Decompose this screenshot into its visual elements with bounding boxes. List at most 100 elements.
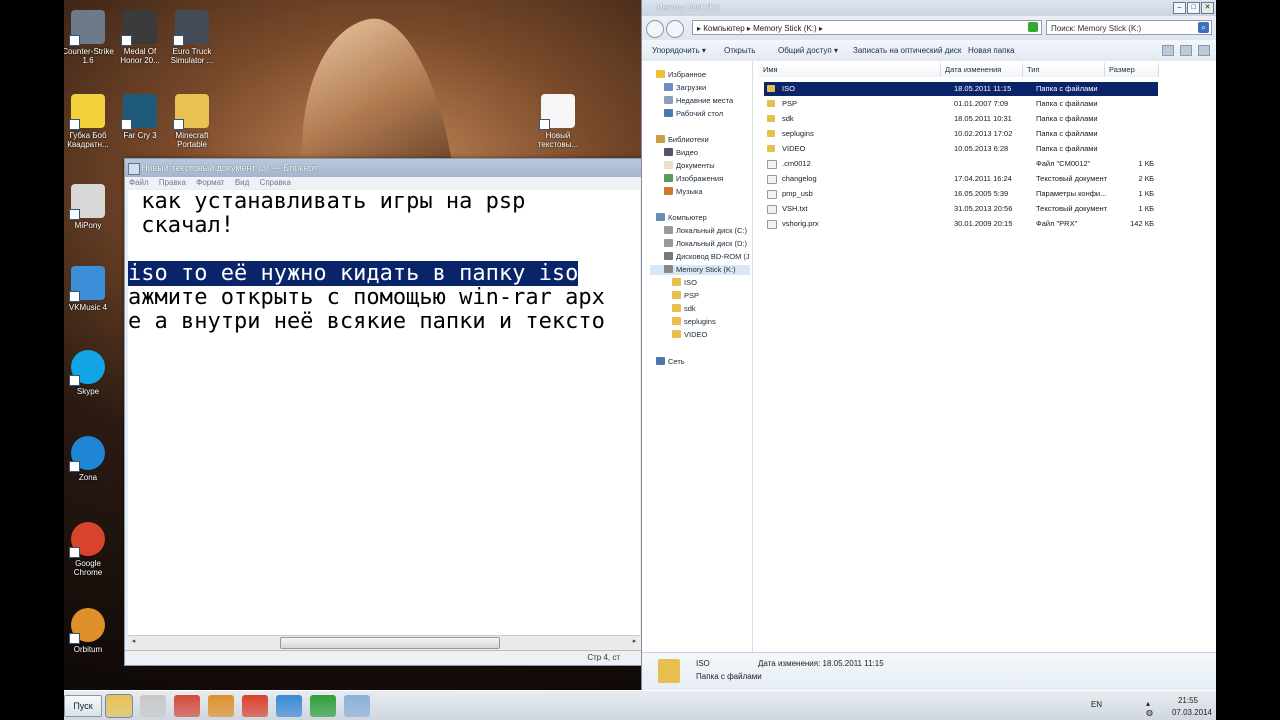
minimize-button[interactable]: –	[1173, 2, 1186, 14]
nav-downloads[interactable]: Загрузки	[664, 83, 706, 93]
desktop-icon-new-text[interactable]: Новый текстовы...	[530, 94, 586, 149]
nav-recent[interactable]: Недавние места	[664, 96, 733, 106]
nav-network[interactable]: Сеть	[656, 357, 685, 367]
app-taskbar-icon[interactable]	[276, 695, 302, 717]
explorer-taskbar-icon[interactable]	[105, 694, 133, 718]
nav-documents[interactable]: Документы	[664, 161, 715, 171]
desktop-icon-zona[interactable]: Zona	[64, 436, 116, 482]
file-row[interactable]: seplugins 10.02.2013 17:02 Папка с файлами	[764, 127, 1158, 141]
nav-video[interactable]: Видео	[664, 148, 698, 158]
file-icon	[767, 160, 777, 169]
scroll-right-arrow-icon[interactable]: ▸	[629, 637, 640, 647]
start-button[interactable]: Пуск	[64, 695, 102, 717]
file-row[interactable]: vshorig.prx 30.01.2009 20:15 Файл "PRX" 142…	[764, 217, 1158, 231]
nav-iso[interactable]: ISO	[672, 278, 697, 288]
file-size: 2 КБ	[1138, 174, 1154, 183]
explorer-title-bar[interactable]: Memory Stick (K:) – □ ✕	[642, 0, 1216, 16]
nav-pictures[interactable]: Изображения	[664, 174, 723, 184]
file-type: Файл "CM0012"	[1036, 159, 1091, 168]
column-header-name[interactable]: Имя	[759, 63, 941, 77]
desktop-icon-vkmusic[interactable]: VKMusic 4	[64, 266, 116, 312]
clock-date[interactable]: 07.03.2014	[1172, 708, 1212, 717]
back-button[interactable]	[646, 20, 664, 38]
menu-edit[interactable]: Правка	[159, 178, 186, 187]
media-player-icon[interactable]	[140, 695, 166, 717]
file-row[interactable]: pmp_usb 16.05.2005 5:39 Параметры конфи...…	[764, 187, 1158, 201]
nav-favorites[interactable]: Избранное	[656, 70, 706, 80]
menu-view[interactable]: Вид	[235, 178, 249, 187]
search-input[interactable]: Поиск: Memory Stick (K:) ⌕	[1046, 20, 1212, 35]
file-row[interactable]: ISO 18.05.2011 11:15 Папка с файлами	[764, 82, 1158, 96]
menu-format[interactable]: Формат	[196, 178, 224, 187]
desktop-icon-medal-of-honor[interactable]: Medal Of Honor 20...	[112, 10, 168, 65]
start-label: Пуск	[73, 701, 93, 711]
desktop-icon-skype[interactable]: Skype	[64, 350, 116, 396]
language-indicator[interactable]: EN	[1091, 700, 1102, 709]
open-button[interactable]: Открыть	[724, 40, 755, 61]
desktop-icon-orbitum[interactable]: Orbitum	[64, 608, 116, 654]
game-taskbar-icon[interactable]	[174, 695, 200, 717]
explorer-window[interactable]: Memory Stick (K:) – □ ✕ ▸ Компьютер ▸ Memo…	[641, 0, 1216, 691]
nav-drive-d[interactable]: Локальный диск (D:)	[664, 239, 747, 249]
file-row[interactable]: VIDEO 10.05.2013 6:28 Папка с файлами	[764, 142, 1158, 156]
nav-bd-rom[interactable]: Дисковод BD-ROM (J	[664, 252, 750, 262]
chrome-taskbar-icon[interactable]	[242, 695, 268, 717]
autocad-taskbar-icon[interactable]	[310, 695, 336, 717]
nav-computer[interactable]: Компьютер	[656, 213, 707, 223]
file-row[interactable]: .cm0012 Файл "CM0012" 1 КБ	[764, 157, 1158, 171]
forward-button[interactable]	[666, 20, 684, 38]
file-type: Папка с файлами	[1036, 99, 1098, 108]
file-row[interactable]: sdk 18.05.2011 10:31 Папка с файлами	[764, 112, 1158, 126]
desktop-icon-mipony[interactable]: MiPony	[64, 184, 116, 230]
file-date: 18.05.2011 11:15	[954, 84, 1012, 93]
nav-desktop[interactable]: Рабочий стол	[664, 109, 723, 119]
nav-psp[interactable]: PSP	[672, 291, 699, 301]
preview-pane-icon[interactable]	[1180, 45, 1192, 56]
column-header-size[interactable]: Размер	[1105, 63, 1159, 77]
share-button[interactable]: Общий доступ ▾	[778, 40, 838, 61]
chrome-icon	[69, 522, 105, 558]
desktop-icon-euro-truck[interactable]: Euro Truck Simulator ...	[164, 10, 220, 65]
search-icon[interactable]: ⌕	[1198, 22, 1209, 33]
notepad-horizontal-scrollbar[interactable]: ◂ ▸	[128, 635, 640, 649]
burn-button[interactable]: Записать на оптический диск	[853, 40, 961, 61]
nav-sdk[interactable]: sdk	[672, 304, 696, 314]
column-header-date[interactable]: Дата изменения	[941, 63, 1023, 77]
nav-label: VIDEO	[684, 330, 708, 339]
scrollbar-thumb[interactable]	[280, 637, 500, 649]
file-row[interactable]: VSH.txt 31.05.2013 20:56 Текстовый докумен…	[764, 202, 1158, 216]
organize-button[interactable]: Упорядочить ▾	[652, 40, 706, 61]
column-header-type[interactable]: Тип	[1023, 63, 1105, 77]
nav-music[interactable]: Музыка	[664, 187, 703, 197]
desktop-icon-spongebob[interactable]: Губка Боб Квадратн...	[64, 94, 116, 149]
nav-seplugins[interactable]: seplugins	[672, 317, 716, 327]
nav-memory-stick[interactable]: Memory Stick (K:)	[650, 265, 750, 275]
view-options-icon[interactable]	[1162, 45, 1174, 56]
menu-file[interactable]: Файл	[129, 178, 149, 187]
desktop-icon-chrome[interactable]: Google Chrome	[64, 522, 116, 577]
orbitum-taskbar-icon[interactable]	[208, 695, 234, 717]
file-row[interactable]: changelog 17.04.2011 16:24 Текстовый докум…	[764, 172, 1158, 186]
maximize-button[interactable]: □	[1187, 2, 1200, 14]
scroll-left-arrow-icon[interactable]: ◂	[128, 637, 139, 647]
notepad-text-area[interactable]: как устанавливать игры на psp скачал! is…	[128, 190, 640, 635]
tray-icons[interactable]: ▴ ◍ ◐ ♪	[1146, 699, 1156, 720]
nav-video-folder[interactable]: VIDEO	[672, 330, 707, 340]
file-icon	[767, 220, 777, 229]
nav-drive-c[interactable]: Локальный диск (C:)	[664, 226, 747, 236]
refresh-icon[interactable]	[1028, 22, 1038, 32]
notepad-window[interactable]: Новый текстовый документ (3) — Блокнот Ф…	[124, 158, 643, 666]
menu-help[interactable]: Справка	[260, 178, 291, 187]
help-icon[interactable]	[1198, 45, 1210, 56]
desktop-icon-far-cry[interactable]: Far Cry 3	[112, 94, 168, 140]
desktop-icon-counter-strike[interactable]: Counter-Strike 1.6	[64, 10, 116, 65]
clock-time[interactable]: 21:55	[1178, 696, 1198, 705]
notepad-title-bar[interactable]: Новый текстовый документ (3) — Блокнот	[125, 159, 642, 177]
new-folder-button[interactable]: Новая папка	[968, 40, 1015, 61]
close-button[interactable]: ✕	[1201, 2, 1214, 14]
file-row[interactable]: PSP 01.01.2007 7:09 Папка с файлами	[764, 97, 1158, 111]
desktop-icon-minecraft[interactable]: Minecraft Portable	[164, 94, 220, 149]
address-bar[interactable]: ▸ Компьютер ▸ Memory Stick (K:) ▸	[692, 20, 1042, 35]
notepad-taskbar-icon[interactable]	[344, 695, 370, 717]
nav-libraries[interactable]: Библиотеки	[656, 135, 709, 145]
